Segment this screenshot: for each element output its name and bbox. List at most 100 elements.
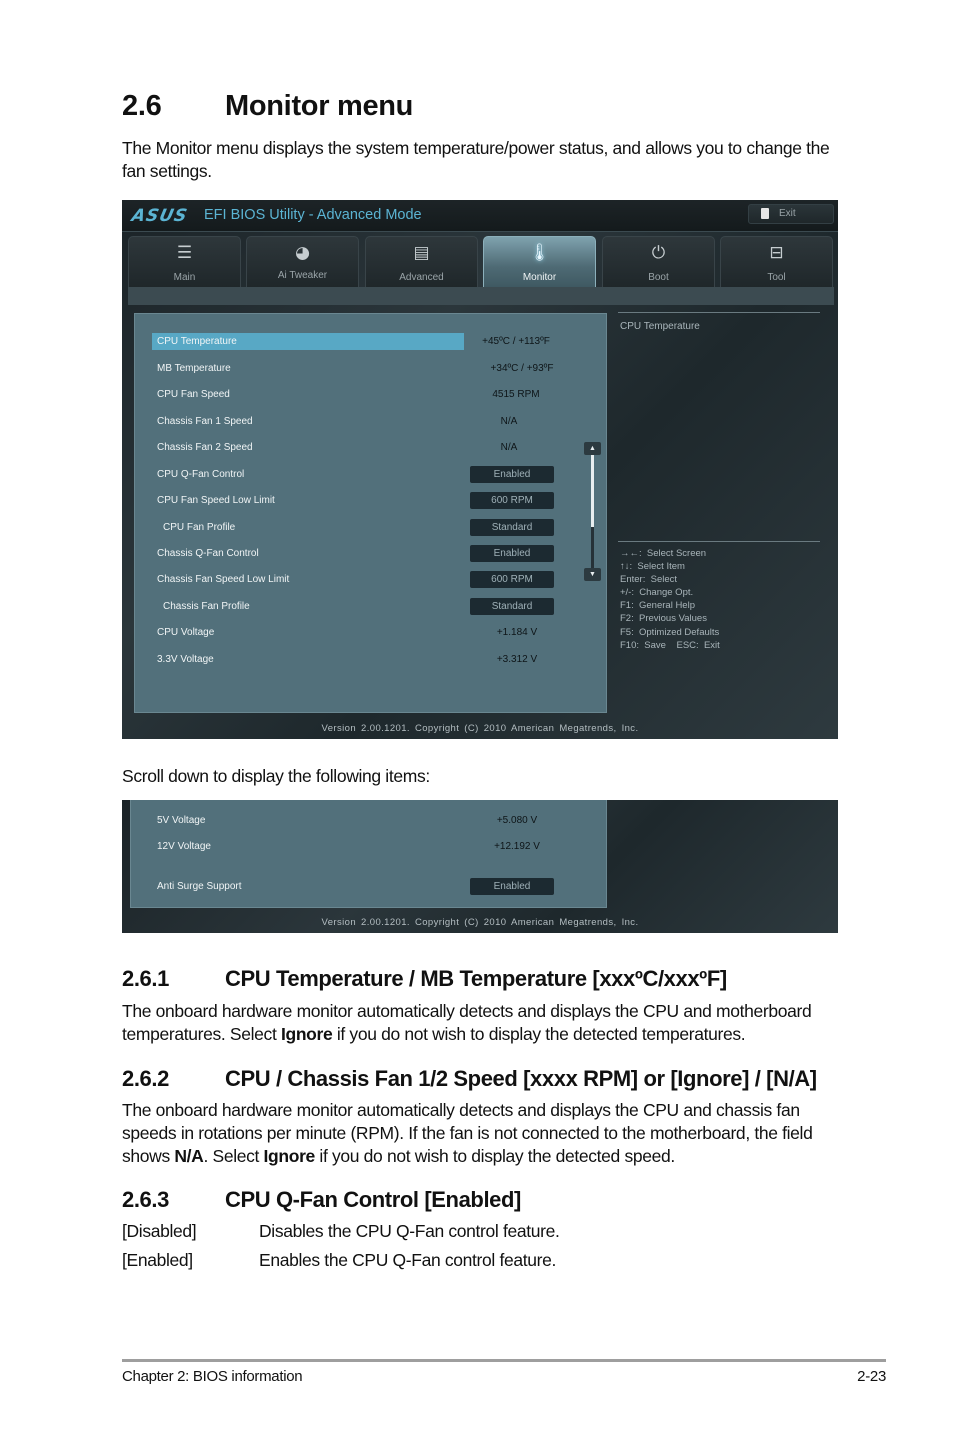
subsection-number: 2.6.3 (122, 1187, 169, 1212)
footer-page-number: 2-23 (857, 1368, 886, 1385)
subsection-heading-2-6-3: 2.6.3 CPU Q-Fan Control [Enabled] (122, 1187, 521, 1213)
setting-row-chassis-fan-speed-low-limit[interactable]: Chassis Fan Speed Low Limit 600 RPM (135, 571, 606, 589)
tab-subbar (128, 287, 834, 305)
side-divider (618, 312, 820, 313)
setting-value: +34ºC / +93ºF (490, 363, 554, 374)
tab-ai-tweaker[interactable]: ◕ Ai Tweaker (246, 236, 359, 287)
bios-title-bar: ASUS EFI BIOS Utility - Advanced Mode Ex… (122, 200, 838, 232)
scrollbar[interactable]: ▲ ▼ (584, 442, 601, 582)
section-heading: 2.6 Monitor menu (122, 90, 413, 123)
setting-label: 5V Voltage (157, 815, 206, 826)
tab-boot[interactable]: ⏻ Boot (602, 236, 715, 287)
subsection-number: 2.6.1 (122, 966, 169, 991)
setting-row-cpu-voltage[interactable]: CPU Voltage +1.184 V (135, 624, 606, 642)
setting-row-5v-voltage[interactable]: 5V Voltage +5.080 V (131, 812, 606, 830)
scroll-down-arrow-icon[interactable]: ▼ (584, 568, 601, 581)
definition-term: [Enabled] (122, 1250, 193, 1270)
tab-label: Ai Tweaker (277, 270, 328, 281)
tweaker-icon: ◕ (295, 243, 310, 263)
bold-term: Ignore (280, 1024, 333, 1044)
bold-term: N/A (174, 1146, 204, 1166)
setting-label: CPU Fan Speed Low Limit (157, 495, 275, 506)
setting-label: 12V Voltage (157, 841, 211, 852)
setting-row-chassis-fan-2-speed[interactable]: Chassis Fan 2 Speed N/A (135, 439, 606, 457)
key-help-line: F5: Optimized Defaults (620, 626, 720, 638)
scroll-note: Scroll down to display the following ite… (122, 766, 430, 786)
key-help-line: Enter: Select (620, 574, 678, 586)
definition-desc: Disables the CPU Q-Fan control feature. (259, 1221, 560, 1241)
bios-version: Version 2.00.1201. Copyright (C) 2010 Am… (321, 723, 639, 734)
key-help-line: +/-: Change Opt. (620, 587, 694, 599)
setting-row-cpu-fan-speed-low-limit[interactable]: CPU Fan Speed Low Limit 600 RPM (135, 492, 606, 510)
setting-row-cpu-temperature[interactable]: CPU Temperature +45ºC / +113ºF (135, 333, 606, 351)
definition-disabled: [Disabled] Disables the CPU Q-Fan control… (122, 1221, 560, 1242)
setting-value: N/A (500, 416, 518, 427)
tab-monitor[interactable]: 🌡 Monitor (483, 236, 596, 287)
setting-row-chassis-fan-profile[interactable]: Chassis Fan Profile Standard (135, 598, 606, 616)
option-dropdown[interactable]: 600 RPM (470, 571, 554, 588)
setting-row-cpu-fan-speed[interactable]: CPU Fan Speed 4515 RPM (135, 386, 606, 404)
tab-main[interactable]: ☰ Main (128, 236, 241, 287)
setting-row-cpu-fan-profile[interactable]: CPU Fan Profile Standard (135, 519, 606, 537)
option-dropdown[interactable]: 600 RPM (470, 492, 554, 509)
bios-version: Version 2.00.1201. Copyright (C) 2010 Am… (321, 917, 639, 928)
key-help-line: F1: General Help (620, 600, 695, 612)
bold-term: Ignore (263, 1146, 316, 1166)
bios-title: EFI BIOS Utility - Advanced Mode (204, 207, 422, 223)
subsection-title: CPU / Chassis Fan 1/2 Speed [xxxx RPM] o… (225, 1066, 817, 1091)
setting-label: Chassis Q-Fan Control (157, 548, 259, 559)
setting-row-12v-voltage[interactable]: 12V Voltage +12.192 V (131, 838, 606, 856)
asus-logo: ASUS (129, 206, 190, 226)
subsection-heading-2-6-2: 2.6.2 CPU / Chassis Fan 1/2 Speed [xxxx R… (122, 1066, 817, 1092)
tab-advanced[interactable]: ▤ Advanced (365, 236, 478, 287)
tab-label: Main (173, 272, 196, 283)
tab-label: Advanced (399, 272, 444, 283)
body-text: . Select (203, 1146, 264, 1166)
option-dropdown[interactable]: Standard (470, 519, 554, 536)
bios-tabs: ☰ Main ◕ Ai Tweaker ▤ Advanced 🌡 Monitor… (128, 236, 834, 287)
setting-label: CPU Fan Speed (157, 389, 230, 400)
setting-row-chassis-fan-1-speed[interactable]: Chassis Fan 1 Speed N/A (135, 413, 606, 431)
option-dropdown[interactable]: Enabled (470, 878, 554, 895)
setting-value: +12.192 V (494, 841, 540, 852)
tab-label: Boot (648, 272, 669, 283)
section-intro: The Monitor menu displays the system tem… (122, 138, 830, 181)
body-text: if you do not wish to display the detect… (332, 1024, 746, 1044)
key-help-line: F10: Save ESC: Exit (620, 639, 720, 651)
body-text: if you do not wish to display the detect… (314, 1146, 675, 1166)
option-dropdown[interactable]: Enabled (470, 545, 554, 562)
setting-label: Chassis Fan 1 Speed (157, 416, 253, 427)
scroll-up-arrow-icon[interactable]: ▲ (584, 442, 601, 455)
setting-value: +3.312 V (496, 654, 538, 665)
setting-label: Chassis Fan 2 Speed (157, 442, 253, 453)
exit-label: Exit (779, 208, 796, 219)
list-icon: ☰ (176, 243, 193, 263)
setting-value: +1.184 V (496, 627, 538, 638)
setting-label: CPU Voltage (157, 627, 215, 638)
setting-value: 4515 RPM (492, 389, 540, 400)
thermometer-icon: 🌡 (528, 243, 551, 263)
settings-panel: 5V Voltage +5.080 V 12V Voltage +12.192 … (130, 800, 607, 908)
section-title: Monitor menu (225, 90, 414, 122)
setting-row-chassis-q-fan-control[interactable]: Chassis Q-Fan Control Enabled (135, 545, 606, 563)
scroll-thumb[interactable] (591, 455, 594, 527)
setting-label: CPU Temperature (157, 336, 237, 347)
exit-button[interactable]: Exit (748, 204, 834, 224)
setting-row-cpu-q-fan-control[interactable]: CPU Q-Fan Control Enabled (135, 466, 606, 484)
setting-value: +5.080 V (496, 815, 538, 826)
key-help-line: F2: Previous Values (620, 613, 707, 625)
tab-tool[interactable]: ⊟ Tool (720, 236, 833, 287)
power-icon: ⏻ (651, 243, 666, 263)
footer-chapter: Chapter 2: BIOS information (122, 1368, 303, 1385)
settings-panel: CPU Temperature +45ºC / +113ºF MB Temper… (134, 313, 607, 713)
setting-row-3-3v-voltage[interactable]: 3.3V Voltage +3.312 V (135, 651, 606, 669)
option-dropdown[interactable]: Enabled (470, 466, 554, 483)
option-dropdown[interactable]: Standard (470, 598, 554, 615)
key-help-line: →←: Select Screen (620, 548, 707, 559)
setting-row-anti-surge-support[interactable]: Anti Surge Support Enabled (131, 878, 606, 896)
subsection-title: CPU Temperature / MB Temperature [xxxºC/… (225, 966, 727, 991)
definition-enabled: [Enabled] Enables the CPU Q-Fan control f… (122, 1250, 556, 1271)
definition-desc: Enables the CPU Q-Fan control feature. (259, 1250, 556, 1270)
setting-row-mb-temperature[interactable]: MB Temperature +34ºC / +93ºF (135, 360, 606, 378)
setting-label: Chassis Fan Speed Low Limit (157, 574, 290, 585)
